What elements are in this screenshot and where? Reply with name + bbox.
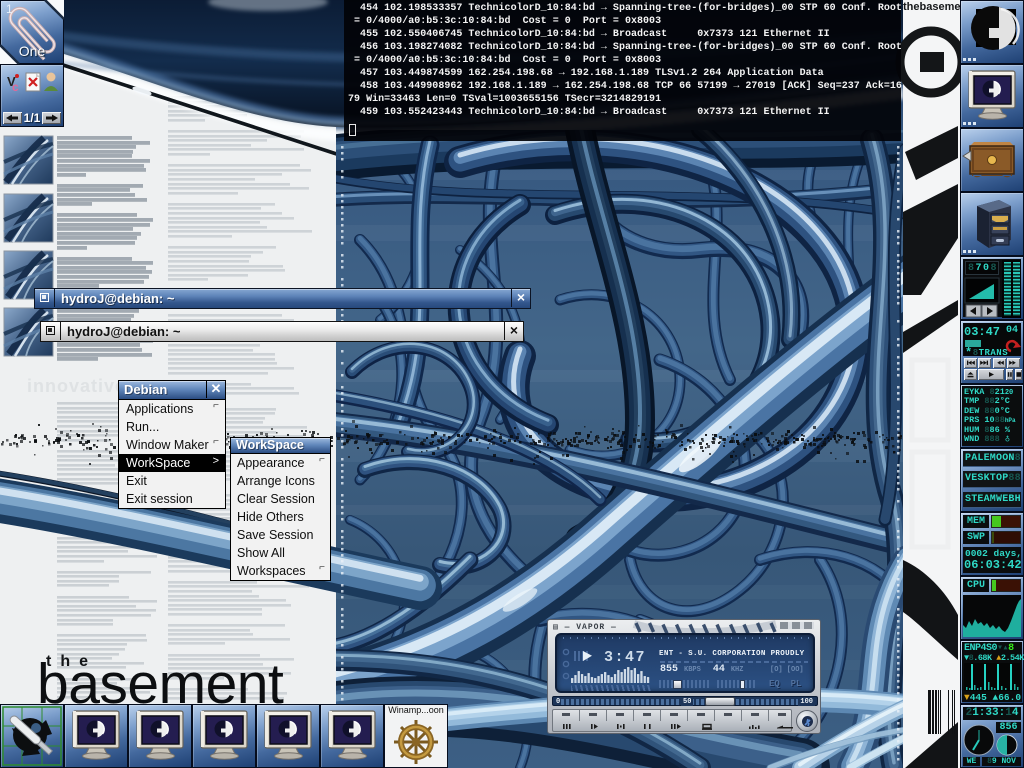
svg-text:c: c <box>12 80 19 94</box>
svg-text:innovative: innovative <box>27 376 126 396</box>
